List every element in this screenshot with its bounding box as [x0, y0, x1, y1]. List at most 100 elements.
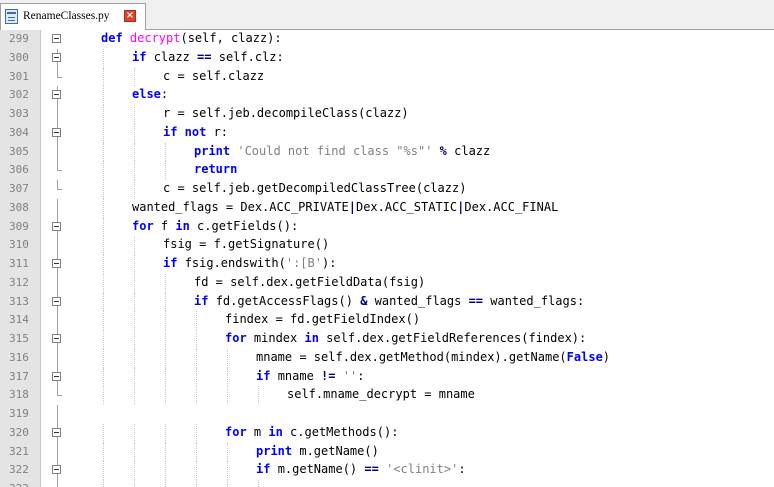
- fold-line: [57, 105, 58, 124]
- code-text: c = self.jeb.getDecompiledClassTree(claz…: [163, 181, 466, 195]
- code-line[interactable]: 321 print m.getName(): [0, 442, 774, 462]
- fold-line: [57, 123, 58, 128]
- code-line[interactable]: 300 if clazz == self.clz:: [0, 48, 774, 68]
- code-line[interactable]: 304 if not r:: [0, 123, 774, 143]
- code-line[interactable]: 299 def decrypt(self, clazz):: [0, 30, 774, 49]
- code-token: wanted_flags = Dex.ACC_PRIVATE: [132, 199, 349, 214]
- editor-window: RenameClasses.py × 299 def decrypt(self, …: [0, 0, 774, 487]
- code-line[interactable]: 319: [0, 405, 774, 424]
- fold-line: [57, 142, 58, 162]
- indent-guide: [103, 423, 104, 443]
- indent-guide: [103, 161, 104, 180]
- code-line[interactable]: 314 findex = fd.getFieldIndex(): [0, 311, 774, 330]
- fold-toggle-icon[interactable]: [52, 127, 61, 137]
- code-line[interactable]: 307 c = self.jeb.getDecompiledClassTree(c…: [0, 180, 774, 199]
- line-number: 317: [9, 369, 29, 383]
- fold-line: [57, 236, 58, 255]
- code-line[interactable]: 318 self.mname_decrypt = mname: [0, 386, 774, 405]
- indent-guide: [134, 67, 135, 87]
- code-token: Dex.ACC_STATIC: [355, 199, 458, 214]
- indent-guide: [103, 180, 104, 199]
- code-token: clazz: [446, 143, 491, 158]
- indent-guide: [196, 442, 197, 462]
- code-token: if: [256, 462, 278, 477]
- line-number: 306: [9, 163, 29, 177]
- code-token: clazz: [153, 49, 198, 64]
- code-token: in: [304, 331, 327, 345]
- code-token: decrypt: [129, 31, 181, 45]
- fold-toggle-icon[interactable]: [52, 34, 61, 43]
- code-line[interactable]: 306 return: [0, 161, 774, 180]
- fold-toggle-icon[interactable]: [52, 259, 61, 268]
- code-token: wanted_flags: [367, 293, 469, 308]
- fold-toggle-icon[interactable]: [52, 90, 61, 100]
- code-text: print 'Could not find class "%s"' % claz…: [194, 144, 490, 158]
- fold-line: [57, 423, 58, 428]
- code-token: r = self.jeb.decompileClass(clazz): [163, 106, 409, 120]
- code-token: ==: [468, 293, 484, 308]
- fold-line: [57, 255, 58, 259]
- line-number: 312: [9, 275, 29, 289]
- code-line[interactable]: 322 if m.getName() == '<clinit>':: [0, 461, 774, 480]
- indent-guide: [134, 480, 135, 487]
- fold-toggle-icon[interactable]: [52, 427, 61, 437]
- indent-guide: [134, 273, 135, 293]
- code-token: for: [132, 218, 161, 233]
- indent-guide: [103, 255, 104, 274]
- fold-line: [57, 480, 58, 487]
- code-line[interactable]: 311 if fsig.endswith(':[B'):: [0, 255, 774, 274]
- code-line[interactable]: 310 fsig = f.getSignature(): [0, 236, 774, 255]
- code-token: m: [253, 424, 269, 439]
- code-line[interactable]: 308 wanted_flags = Dex.ACC_PRIVATE|Dex.AC…: [0, 198, 774, 218]
- code-editor[interactable]: 299 def decrypt(self, clazz): 300 if clazz …: [0, 30, 774, 487]
- fold-toggle-icon[interactable]: [52, 465, 61, 475]
- code-line[interactable]: 302 else:: [0, 86, 774, 105]
- indent-guide: [165, 311, 166, 330]
- code-token: Dex.ACC_FINAL: [464, 199, 559, 214]
- indent-guide: [165, 292, 166, 312]
- code-line[interactable]: 301 c = self.clazz: [0, 67, 774, 87]
- code-line[interactable]: 303 r = self.jeb.decompileClass(clazz): [0, 105, 774, 124]
- fold-toggle-icon[interactable]: [52, 221, 61, 231]
- code-line[interactable]: 312 fd = self.dex.getFieldData(fsig): [0, 273, 774, 293]
- indent-guide: [227, 367, 228, 387]
- indent-guide: [227, 461, 228, 480]
- indent-guide: [103, 386, 104, 405]
- code-line[interactable]: 316 mname = self.dex.getMethod(mindex).ge…: [0, 348, 774, 368]
- indent-guide: [196, 330, 197, 349]
- indent-guide: [103, 311, 104, 330]
- code-text: fsig = f.getSignature(): [163, 237, 329, 251]
- fold-toggle-icon[interactable]: [52, 334, 61, 343]
- code-line[interactable]: 320 for m in c.getMethods():: [0, 423, 774, 443]
- indent-guide: [134, 105, 135, 124]
- fold-line: [57, 198, 58, 218]
- fold-toggle-icon[interactable]: [52, 371, 61, 381]
- code-text: def decrypt(self, clazz):: [101, 31, 282, 45]
- code-token: if not: [163, 124, 214, 139]
- fold-line: [57, 405, 58, 424]
- code-line[interactable]: 305 print 'Could not find class "%s"' % c…: [0, 142, 774, 162]
- close-icon[interactable]: ×: [124, 10, 136, 22]
- code-token: fd.getAccessFlags(): [215, 293, 361, 308]
- indent-guide: [103, 330, 104, 349]
- code-line[interactable]: 313 if fd.getAccessFlags() & wanted_flags…: [0, 292, 774, 312]
- indent-guide: [227, 348, 228, 368]
- indent-guide: [103, 123, 104, 143]
- code-token: c.getFields():: [197, 218, 299, 233]
- fold-line: [57, 367, 58, 372]
- code-line[interactable]: 323: [0, 480, 774, 487]
- code-text: for f in c.getFields():: [132, 219, 298, 233]
- indent-guide: [134, 348, 135, 368]
- code-token: |: [348, 199, 356, 214]
- line-number: 310: [9, 238, 29, 252]
- code-text: return: [194, 162, 237, 176]
- fold-toggle-icon[interactable]: [52, 296, 61, 306]
- code-line[interactable]: 309 for f in c.getFields():: [0, 217, 774, 237]
- indent-guide: [165, 273, 166, 293]
- line-number: 305: [9, 144, 29, 158]
- tab-renameclasses[interactable]: RenameClasses.py ×: [0, 3, 146, 30]
- code-line[interactable]: 317 if mname != '':: [0, 367, 774, 387]
- fold-toggle-icon[interactable]: [52, 52, 61, 62]
- code-line[interactable]: 315 for mindex in self.dex.getFieldRefere…: [0, 330, 774, 349]
- indent-guide: [103, 480, 104, 487]
